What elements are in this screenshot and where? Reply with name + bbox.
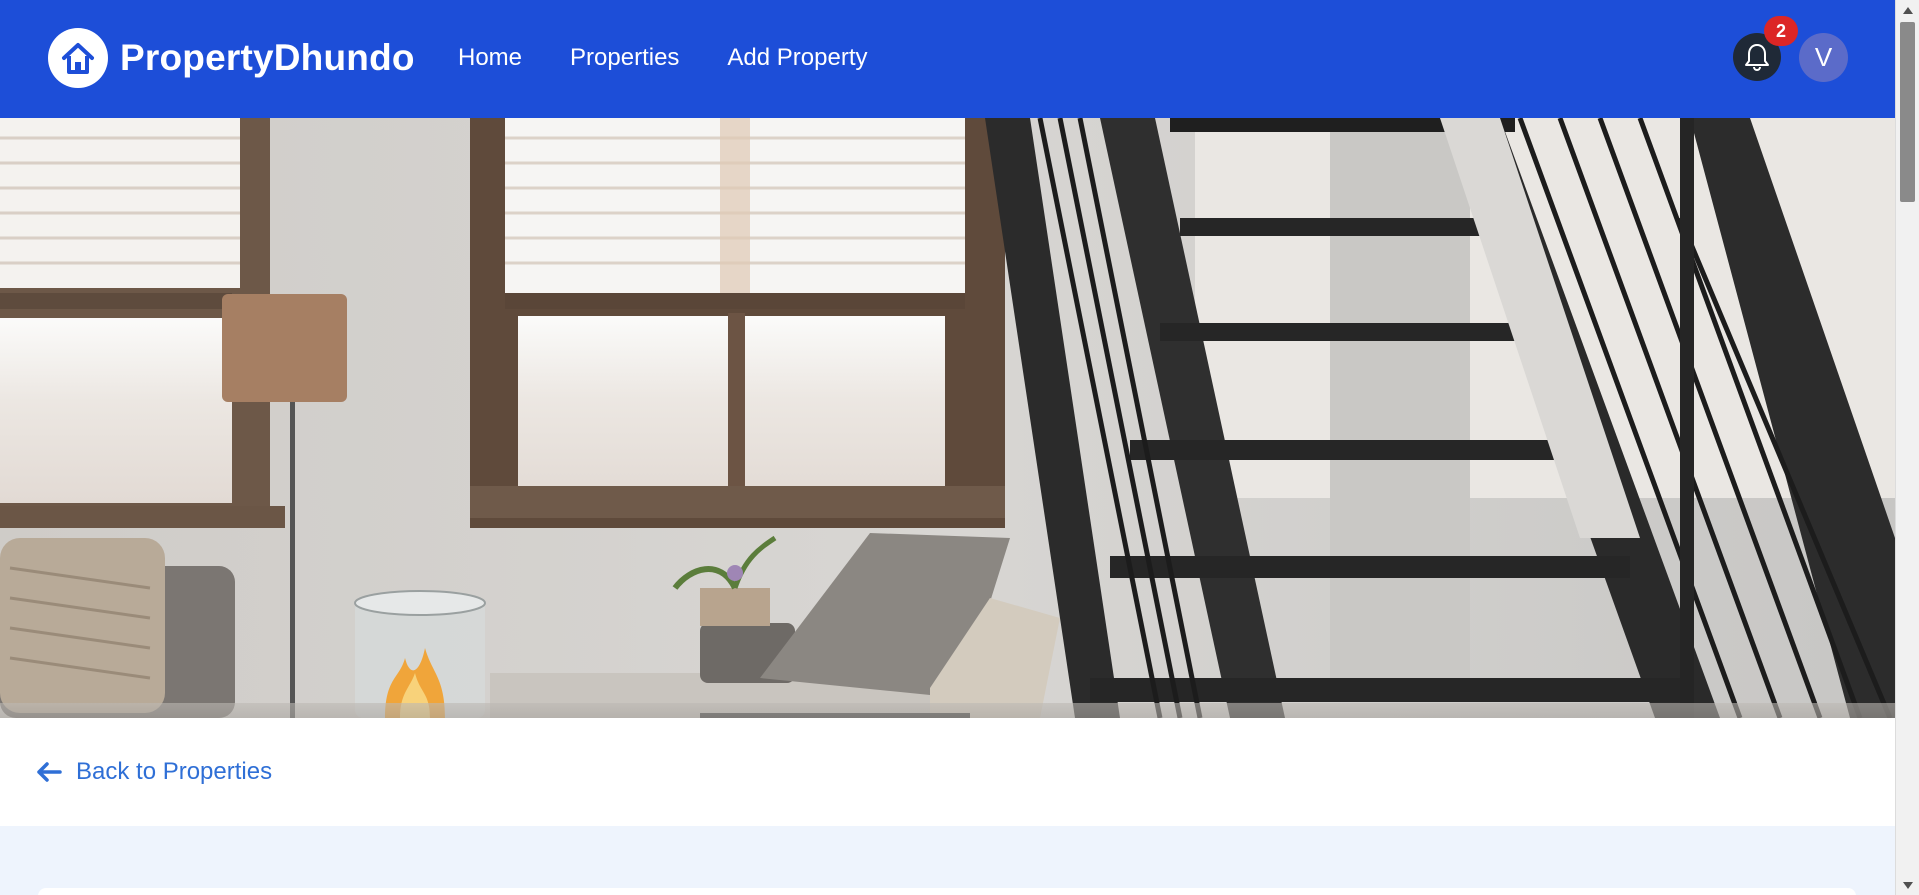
- user-avatar[interactable]: V: [1799, 33, 1848, 82]
- notification-count-badge: 2: [1764, 16, 1798, 46]
- house-icon: [48, 28, 108, 88]
- scroll-down-icon[interactable]: [1896, 875, 1919, 895]
- brand[interactable]: PropertyDhundo: [48, 28, 415, 88]
- back-link-label: Back to Properties: [76, 758, 273, 785]
- top-navbar: PropertyDhundo Home Properties Add Prope…: [0, 0, 1895, 118]
- nav-home[interactable]: Home: [458, 44, 522, 72]
- nav-add-property[interactable]: Add Property: [727, 44, 867, 72]
- back-to-properties-link[interactable]: Back to Properties: [36, 758, 272, 786]
- main-nav: Home Properties Add Property: [458, 44, 916, 72]
- property-details-card: [38, 888, 1856, 895]
- property-hero-image: [0, 118, 1895, 718]
- arrow-left-icon: [37, 762, 62, 782]
- bell-icon: [1745, 44, 1769, 72]
- vertical-scrollbar[interactable]: [1895, 0, 1919, 895]
- page: PropertyDhundo Home Properties Add Prope…: [0, 0, 1895, 895]
- back-section: Back to Properties: [0, 718, 1895, 826]
- scroll-up-icon[interactable]: [1896, 0, 1919, 20]
- brand-name: PropertyDhundo: [120, 37, 415, 78]
- nav-properties[interactable]: Properties: [570, 44, 679, 72]
- scrollbar-thumb[interactable]: [1900, 22, 1915, 202]
- property-details-section: [0, 826, 1895, 895]
